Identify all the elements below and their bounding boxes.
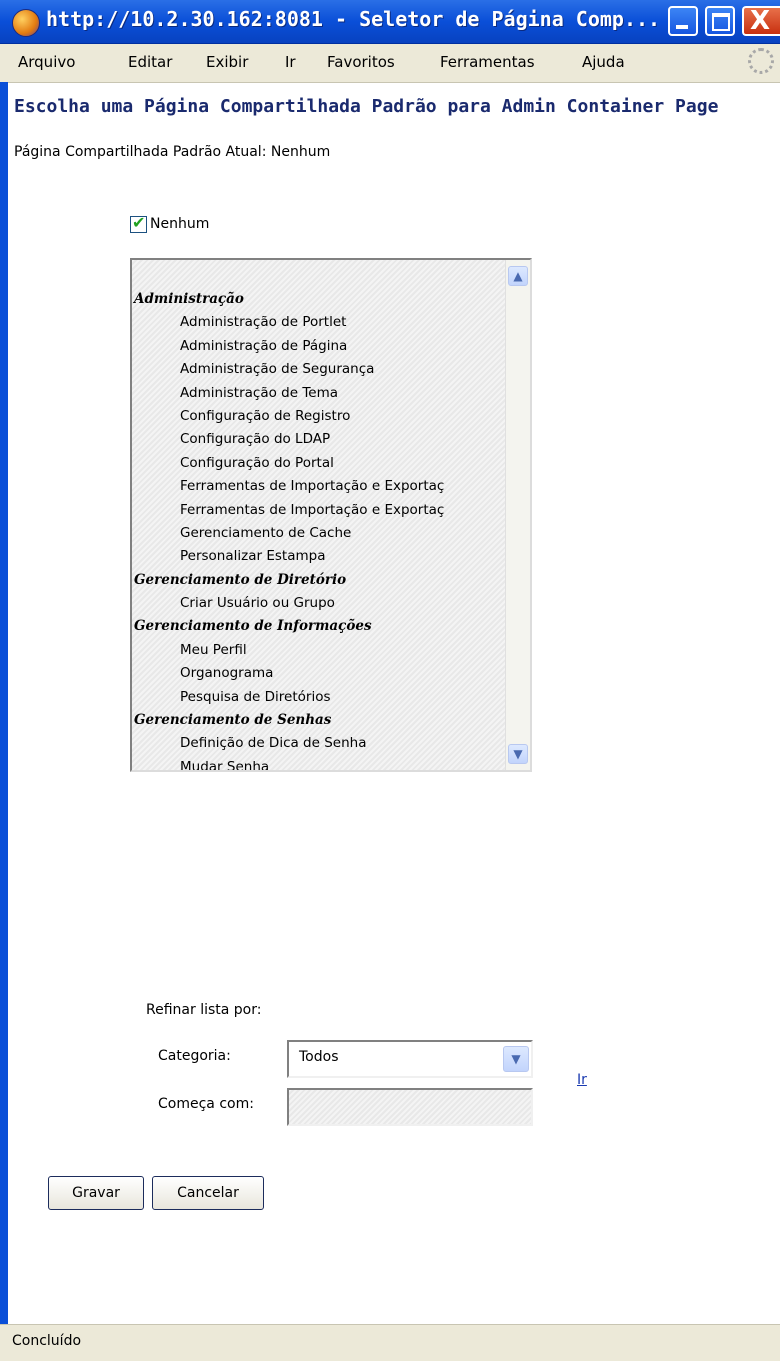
chevron-down-icon[interactable]: ▼	[503, 1046, 529, 1072]
close-button[interactable]: X	[742, 6, 780, 36]
list-item[interactable]: Ferramentas de Importação e Exportaç	[132, 499, 500, 522]
page-list: Administração Administração de Portlet Adm…	[132, 288, 500, 770]
page-list-box[interactable]: Administração Administração de Portlet Adm…	[130, 258, 532, 772]
list-item[interactable]: Administração de Página	[132, 335, 500, 358]
close-icon: X	[750, 6, 771, 36]
minimize-button[interactable]	[668, 6, 698, 36]
starts-with-input[interactable]	[287, 1088, 533, 1126]
window-title: http://10.2.30.162:8081 - Seletor de Pág…	[46, 7, 661, 31]
list-category: Gerenciamento de Informações	[134, 618, 372, 635]
list-category: Gerenciamento de Diretório	[134, 571, 347, 588]
current-default-page: Página Compartilhada Padrão Atual: Nenhu…	[14, 144, 331, 160]
menu-ferramentas[interactable]: Ferramentas	[440, 53, 535, 71]
list-item[interactable]: Mudar Senha	[132, 756, 500, 770]
list-item[interactable]: Ferramentas de Importação e Exportaç	[132, 475, 500, 498]
list-item[interactable]: Administração de Portlet	[132, 311, 500, 334]
loading-throbber-icon	[748, 48, 774, 74]
maximize-icon	[712, 13, 730, 31]
list-item[interactable]: Gerenciamento de Cache	[132, 522, 500, 545]
menu-editar[interactable]: Editar	[128, 53, 172, 71]
menu-ajuda[interactable]: Ajuda	[582, 53, 625, 71]
list-item[interactable]: Definição de Dica de Senha	[132, 732, 500, 755]
list-category: Gerenciamento de Senhas	[134, 712, 332, 729]
status-bar: Concluído	[0, 1324, 780, 1361]
category-selected-value: Todos	[299, 1049, 339, 1065]
none-checkbox-label[interactable]: Nenhum	[150, 216, 209, 232]
list-item[interactable]: Organograma	[132, 662, 500, 685]
starts-with-label: Começa com:	[158, 1096, 254, 1112]
cancel-button[interactable]: Cancelar	[152, 1176, 264, 1210]
checkmark-icon: ✔	[132, 213, 146, 232]
list-item[interactable]: Pesquisa de Diretórios	[132, 686, 500, 709]
refine-title: Refinar lista por:	[146, 1002, 262, 1018]
page-title: Escolha uma Página Compartilhada Padrão …	[14, 96, 719, 117]
list-item[interactable]: Configuração do Portal	[132, 452, 500, 475]
save-button[interactable]: Gravar	[48, 1176, 144, 1210]
scroll-down-icon[interactable]: ▼	[508, 744, 528, 764]
list-item[interactable]: Personalizar Estampa	[132, 545, 500, 568]
category-select[interactable]: Todos ▼	[287, 1040, 533, 1078]
list-item[interactable]: Administração de Segurança	[132, 358, 500, 381]
list-item[interactable]: Configuração de Registro	[132, 405, 500, 428]
menu-ir[interactable]: Ir	[285, 53, 296, 71]
window-title-bar[interactable]: http://10.2.30.162:8081 - Seletor de Pág…	[0, 0, 780, 44]
window-border	[0, 82, 8, 1360]
menu-favoritos[interactable]: Favoritos	[327, 53, 395, 71]
vertical-scrollbar[interactable]: ▲ ▼	[505, 260, 530, 770]
menu-bar: Arquivo Editar Exibir Ir Favoritos Ferra…	[0, 44, 780, 83]
minimize-icon	[676, 25, 688, 29]
list-category: Administração	[134, 291, 244, 307]
list-item[interactable]: Configuração do LDAP	[132, 428, 500, 451]
list-item[interactable]: Meu Perfil	[132, 639, 500, 662]
list-item[interactable]: Criar Usuário ou Grupo	[132, 592, 500, 615]
list-item[interactable]: Administração de Tema	[132, 382, 500, 405]
go-link[interactable]: Ir	[577, 1072, 587, 1088]
maximize-button[interactable]	[705, 6, 735, 36]
category-label: Categoria:	[158, 1048, 231, 1064]
menu-exibir[interactable]: Exibir	[206, 53, 248, 71]
status-text: Concluído	[12, 1333, 82, 1349]
none-checkbox[interactable]: ✔	[130, 213, 147, 233]
scroll-up-icon[interactable]: ▲	[508, 266, 528, 286]
firefox-icon	[12, 9, 40, 37]
menu-arquivo[interactable]: Arquivo	[18, 53, 75, 71]
